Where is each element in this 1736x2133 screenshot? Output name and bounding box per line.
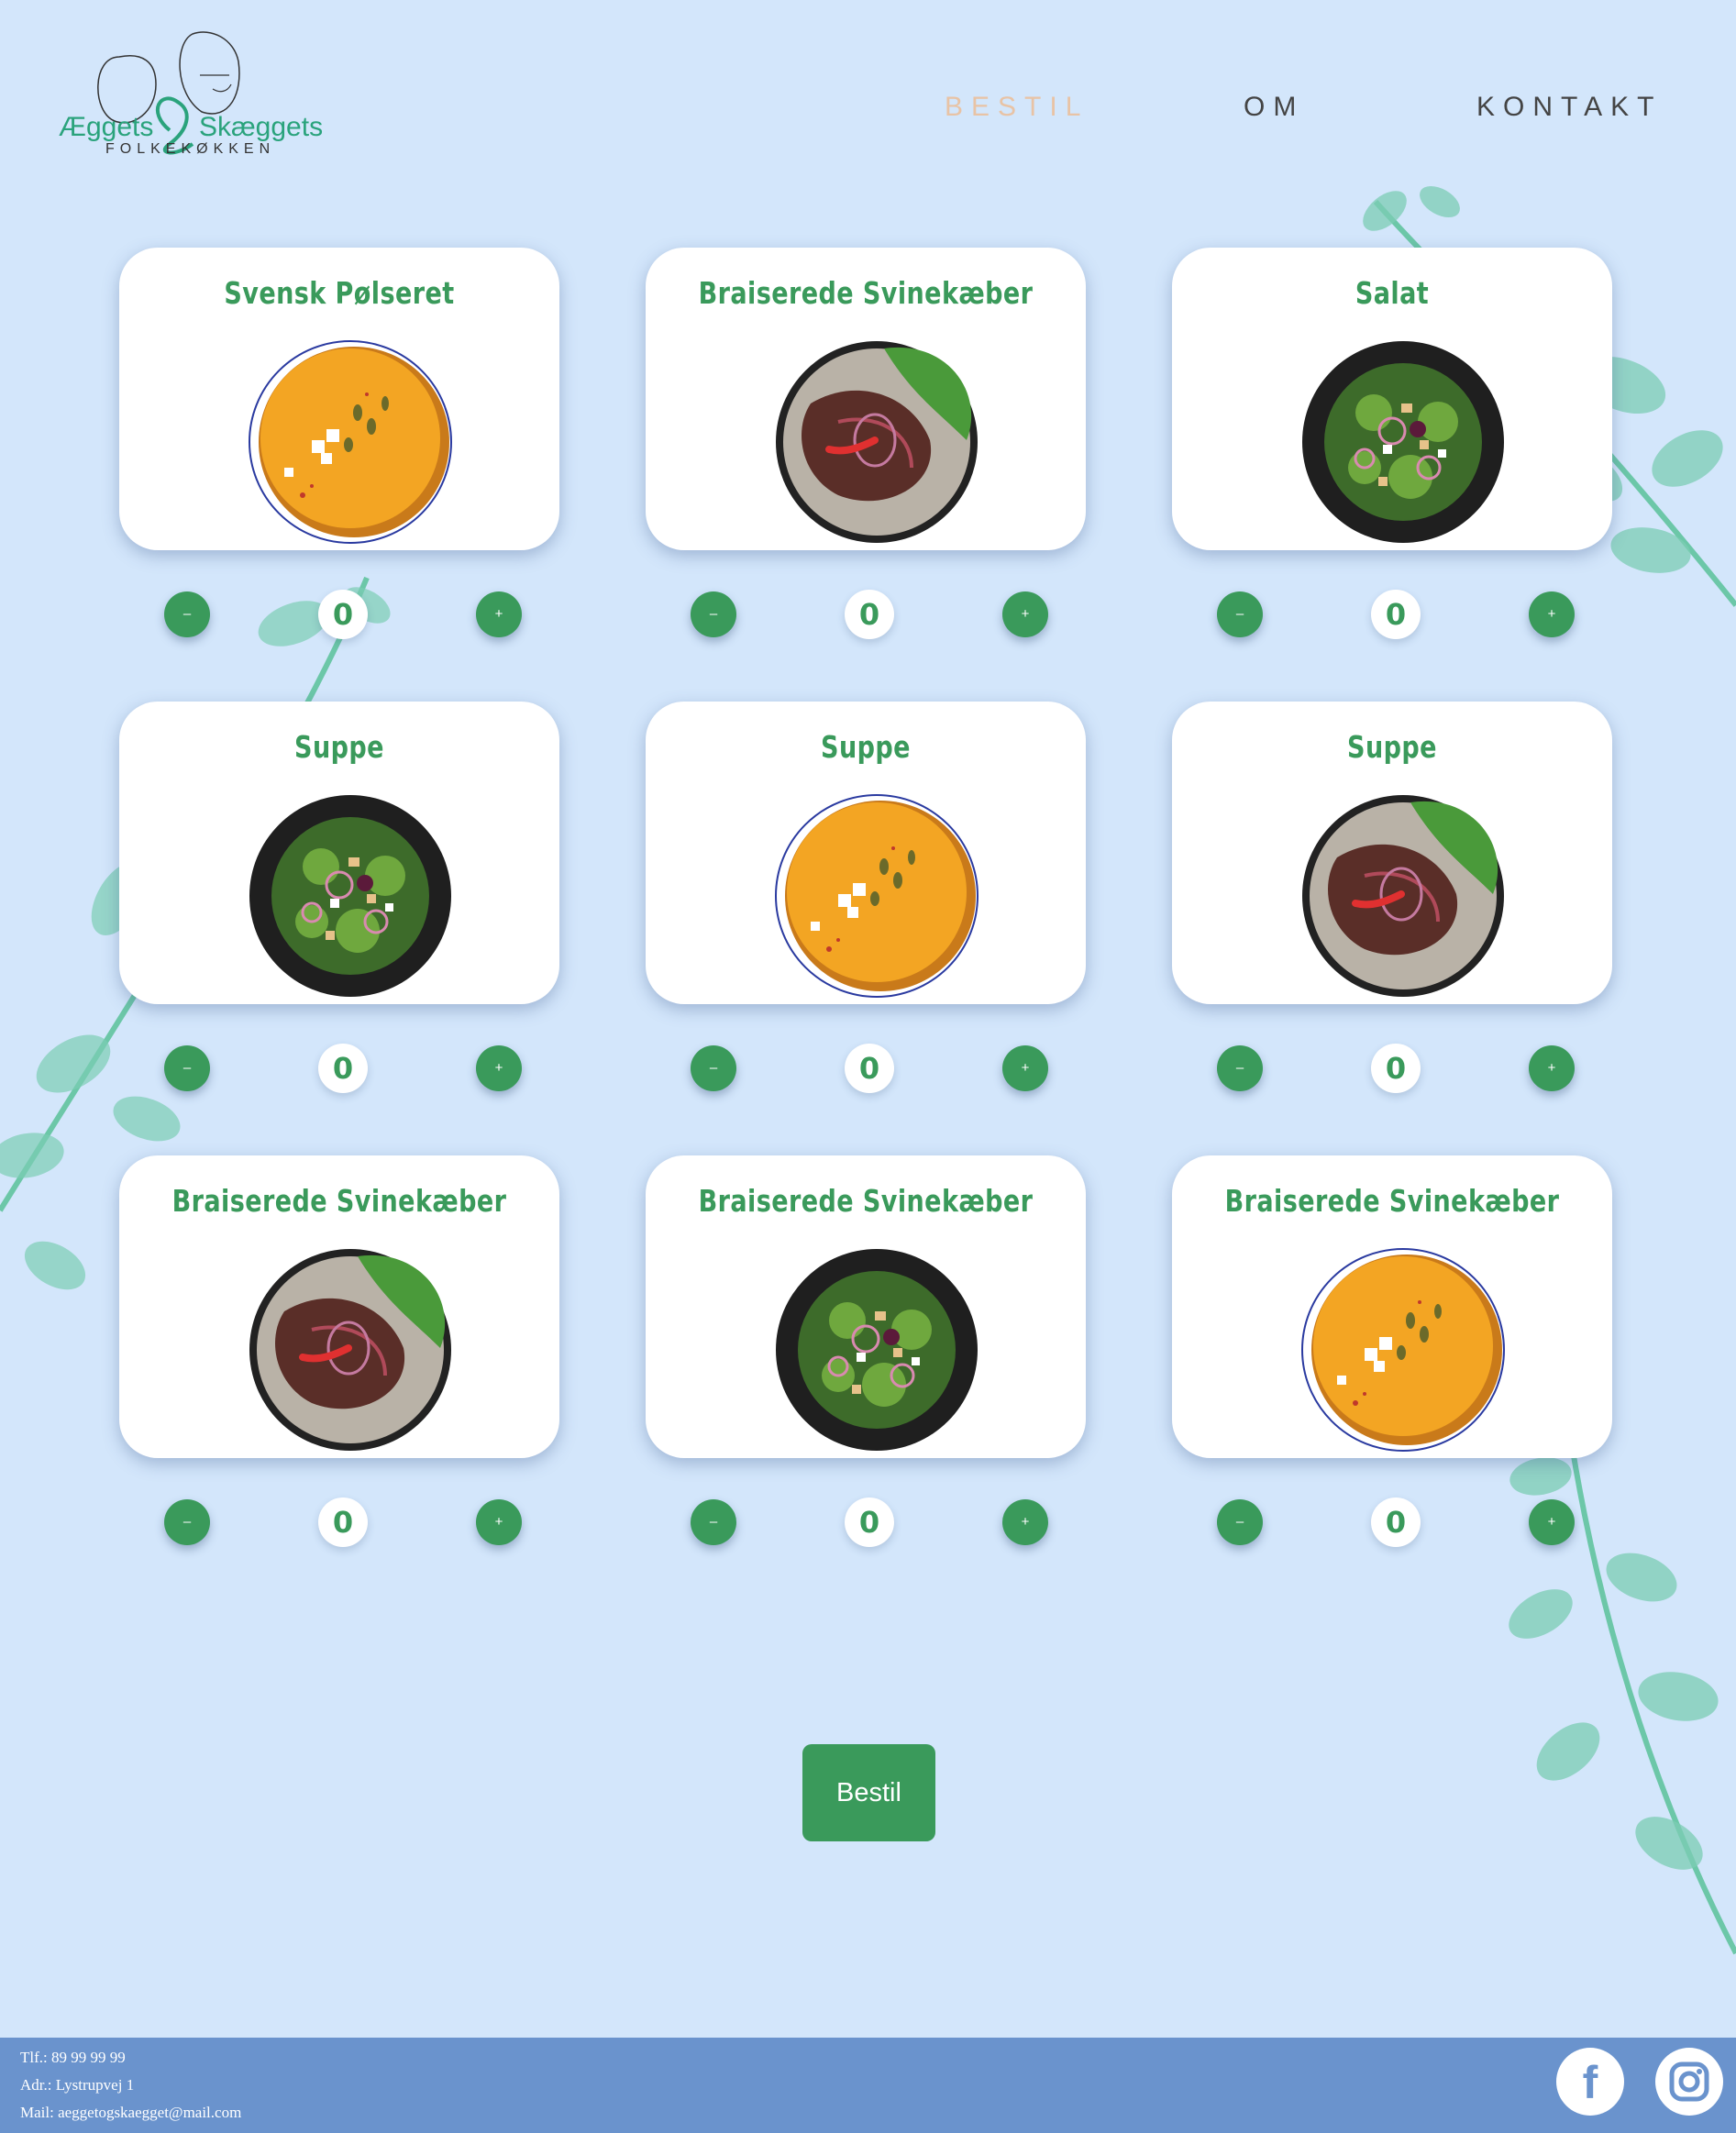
- decrease-button[interactable]: –: [1217, 1045, 1263, 1091]
- menu-card-title: Svensk Pølseret: [224, 275, 455, 311]
- menu-card-title: Suppe: [1347, 729, 1437, 765]
- quantity-value: 0: [318, 1498, 368, 1547]
- dish-image: [1300, 339, 1506, 545]
- dish-image: [1300, 1247, 1506, 1453]
- facebook-icon[interactable]: f: [1556, 2048, 1624, 2116]
- menu-card: Braiserede Svinekæber: [119, 1155, 559, 1458]
- decrease-button[interactable]: –: [1217, 591, 1263, 637]
- menu-card-title: Braiserede Svinekæber: [698, 275, 1034, 311]
- increase-button[interactable]: +: [1002, 591, 1048, 637]
- dish-image: [774, 1247, 979, 1453]
- footer-mail: Mail: aeggetogskaegget@mail.com: [20, 2104, 242, 2121]
- dish-image: [248, 339, 453, 545]
- menu-card-title: Suppe: [294, 729, 384, 765]
- logo-word-right: Skæggets: [199, 112, 324, 142]
- nav-bestil[interactable]: BESTIL: [945, 92, 1089, 123]
- increase-button[interactable]: +: [1529, 591, 1575, 637]
- svg-text:f: f: [1583, 2057, 1598, 2108]
- decrease-button[interactable]: –: [691, 591, 736, 637]
- increase-button[interactable]: +: [1002, 1045, 1048, 1091]
- dish-image: [1300, 793, 1506, 999]
- instagram-icon[interactable]: [1655, 2048, 1723, 2116]
- menu-card-title: Braiserede Svinekæber: [1224, 1183, 1560, 1219]
- quantity-value: 0: [1371, 1044, 1421, 1093]
- menu-card: Suppe: [646, 702, 1086, 1004]
- quantity-value: 0: [318, 1044, 368, 1093]
- footer-address: Adr.: Lystrupvej 1: [20, 2076, 135, 2094]
- menu-card: Salat: [1172, 248, 1612, 550]
- quantity-value: 0: [845, 590, 894, 639]
- menu-card: Svensk Pølseret: [119, 248, 559, 550]
- quantity-value: 0: [845, 1044, 894, 1093]
- menu-card: Suppe: [1172, 702, 1612, 1004]
- decrease-button[interactable]: –: [1217, 1499, 1263, 1545]
- menu-card-title: Salat: [1355, 275, 1430, 311]
- menu-card-title: Braiserede Svinekæber: [698, 1183, 1034, 1219]
- decrease-button[interactable]: –: [164, 1045, 210, 1091]
- dish-image: [248, 793, 453, 999]
- increase-button[interactable]: +: [476, 1499, 522, 1545]
- decrease-button[interactable]: –: [164, 591, 210, 637]
- vine-decoration-right-bottom: [1509, 1420, 1736, 1955]
- menu-card: Braiserede Svinekæber: [646, 248, 1086, 550]
- logo-subtitle: FOLKEKØKKEN: [105, 141, 276, 157]
- footer-phone: Tlf.: 89 99 99 99: [20, 2049, 126, 2066]
- menu-card-title: Suppe: [821, 729, 911, 765]
- decrease-button[interactable]: –: [164, 1499, 210, 1545]
- nav-kontakt[interactable]: KONTAKT: [1476, 92, 1662, 123]
- nav-om[interactable]: OM: [1244, 92, 1304, 123]
- order-button[interactable]: Bestil: [802, 1744, 935, 1841]
- increase-button[interactable]: +: [1529, 1499, 1575, 1545]
- quantity-value: 0: [318, 590, 368, 639]
- menu-card-title: Braiserede Svinekæber: [171, 1183, 507, 1219]
- logo[interactable]: Æggets Skæggets FOLKEKØKKEN: [55, 20, 324, 167]
- increase-button[interactable]: +: [1002, 1499, 1048, 1545]
- dish-image: [774, 793, 979, 999]
- dish-image: [774, 339, 979, 545]
- decrease-button[interactable]: –: [691, 1499, 736, 1545]
- menu-card: Braiserede Svinekæber: [1172, 1155, 1612, 1458]
- footer: Tlf.: 89 99 99 99 Adr.: Lystrupvej 1 Mai…: [0, 2038, 1736, 2133]
- logo-word-left: Æggets: [59, 112, 154, 142]
- menu-card: Braiserede Svinekæber: [646, 1155, 1086, 1458]
- increase-button[interactable]: +: [476, 591, 522, 637]
- quantity-value: 0: [1371, 590, 1421, 639]
- quantity-value: 0: [1371, 1498, 1421, 1547]
- dish-image: [248, 1247, 453, 1453]
- increase-button[interactable]: +: [1529, 1045, 1575, 1091]
- decrease-button[interactable]: –: [691, 1045, 736, 1091]
- menu-card: Suppe: [119, 702, 559, 1004]
- quantity-value: 0: [845, 1498, 894, 1547]
- increase-button[interactable]: +: [476, 1045, 522, 1091]
